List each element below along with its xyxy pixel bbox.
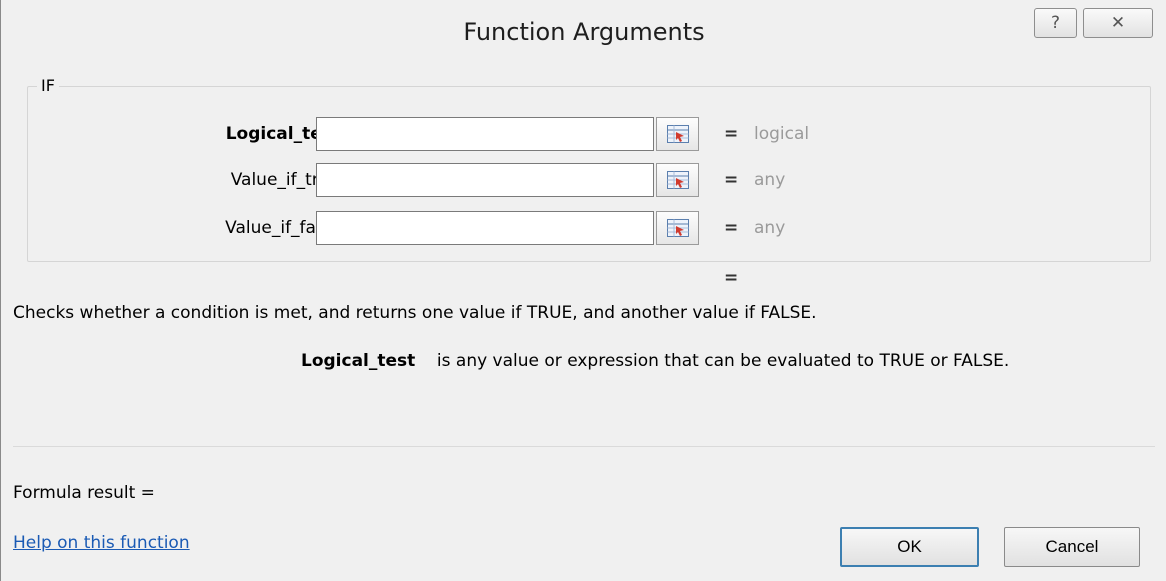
function-name-legend: IF (37, 76, 59, 95)
help-on-function-link[interactable]: Help on this function (13, 533, 190, 553)
collapse-dialog-icon (666, 171, 689, 189)
argument-label-value-if-false: Value_if_false (225, 218, 340, 238)
argument-result-value-if-false: any (754, 218, 786, 238)
value-if-false-input[interactable] (316, 211, 654, 245)
title-bar[interactable]: Function Arguments ? ✕ (1, 0, 1166, 76)
collapse-dialog-icon (666, 219, 689, 237)
argument-description-text: is any value or expression that can be e… (436, 351, 1010, 371)
value-if-true-input[interactable] (316, 163, 654, 197)
function-arguments-dialog: Function Arguments ? ✕ Logical_test = lo… (0, 0, 1166, 581)
function-description: Checks whether a condition is met, and r… (13, 303, 817, 323)
divider (13, 446, 1155, 447)
close-button[interactable]: ✕ (1083, 8, 1153, 38)
argument-equals-value-if-false: = (724, 218, 739, 238)
collapse-dialog-button-value-if-true[interactable] (656, 163, 699, 197)
argument-label-value-if-true: Value_if_true (230, 170, 340, 190)
help-button[interactable]: ? (1034, 8, 1077, 38)
argument-result-value-if-true: any (754, 170, 786, 190)
collapse-dialog-button-value-if-false[interactable] (656, 211, 699, 245)
dialog-title: Function Arguments (463, 18, 705, 46)
argument-row-value-if-true: Value_if_true = any (28, 163, 1152, 197)
argument-result-logical-test: logical (754, 124, 810, 144)
close-icon: ✕ (1110, 13, 1126, 33)
argument-equals-value-if-true: = (724, 170, 739, 190)
ok-button[interactable]: OK (840, 527, 979, 567)
formula-result: Formula result = (13, 483, 155, 503)
argument-description: Logical_test is any value or expression … (301, 351, 1009, 371)
cancel-button[interactable]: Cancel (1004, 527, 1140, 567)
question-mark-icon: ? (1050, 13, 1061, 33)
collapse-dialog-icon (666, 125, 689, 143)
argument-row-logical-test: Logical_test = logical (28, 117, 1152, 151)
logical-test-input[interactable] (316, 117, 654, 151)
function-result-equals: = (724, 268, 739, 288)
collapse-dialog-button-logical-test[interactable] (656, 117, 699, 151)
function-group-box: Logical_test = logical Value_if_true = a… (27, 86, 1151, 262)
argument-equals-logical-test: = (724, 124, 739, 144)
argument-description-name: Logical_test (301, 351, 416, 371)
argument-label-logical-test: Logical_test (225, 124, 340, 144)
argument-row-value-if-false: Value_if_false = any (28, 211, 1152, 245)
